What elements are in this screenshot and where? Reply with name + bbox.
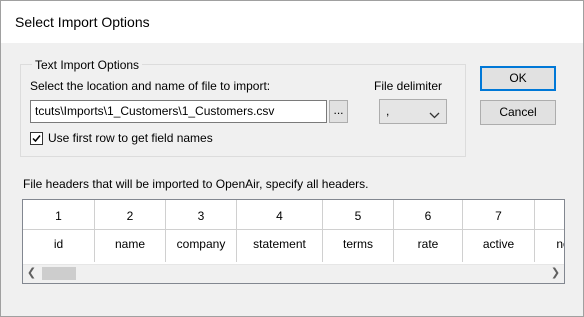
column-header-name[interactable]: notes	[535, 237, 564, 251]
horizontal-scrollbar[interactable]: ❮ ❯	[23, 264, 564, 283]
grid-column[interactable]: 5 terms	[323, 200, 394, 262]
column-header-name[interactable]: name	[95, 237, 165, 251]
column-number: 7	[495, 209, 502, 223]
grid-column[interactable]: 4 statement	[237, 200, 323, 262]
grid-column[interactable]: 2 name	[95, 200, 166, 262]
file-delimiter-select[interactable]: ,	[379, 99, 447, 124]
grid-column[interactable]: 7 active	[463, 200, 535, 262]
group-label: Text Import Options	[32, 58, 143, 72]
column-header-name[interactable]: active	[463, 237, 534, 251]
file-delimiter-value: ,	[386, 104, 390, 118]
column-number: 6	[424, 209, 432, 223]
chevron-down-icon	[429, 108, 440, 122]
checkmark-icon	[32, 135, 41, 143]
scrollbar-thumb[interactable]	[42, 267, 76, 280]
ok-button[interactable]: OK	[480, 66, 556, 91]
column-number: 4	[276, 209, 283, 223]
headers-note: File headers that will be imported to Op…	[23, 177, 369, 191]
use-first-row-label: Use first row to get field names	[48, 131, 213, 145]
column-header-name[interactable]: company	[166, 237, 236, 251]
grid-column[interactable]: 1 id	[23, 200, 95, 262]
import-options-dialog: Select Import Options Text Import Option…	[0, 0, 584, 317]
column-number: 8	[535, 209, 564, 223]
title-bar: Select Import Options	[1, 1, 583, 43]
file-path-input[interactable]: tcuts\Imports\1_Customers\1_Customers.cs…	[30, 100, 327, 123]
headers-grid[interactable]: 1 id 2 name 3 company 4 statement 5 term…	[22, 199, 565, 284]
window-title: Select Import Options	[15, 14, 150, 30]
column-header-name[interactable]: terms	[323, 237, 393, 251]
file-delimiter-label: File delimiter	[374, 79, 443, 93]
column-number: 1	[55, 209, 62, 223]
grid-column[interactable]: 8 notes	[535, 200, 564, 262]
chevron-left-icon[interactable]: ❮	[23, 265, 40, 282]
column-header-name[interactable]: id	[23, 237, 94, 251]
use-first-row-checkbox[interactable]	[30, 132, 43, 145]
grid-column[interactable]: 3 company	[166, 200, 237, 262]
chevron-right-icon[interactable]: ❯	[547, 265, 564, 282]
column-header-name[interactable]: statement	[237, 237, 322, 251]
browse-button[interactable]: ...	[329, 100, 348, 123]
column-number: 3	[197, 209, 205, 223]
column-header-name[interactable]: rate	[394, 237, 462, 251]
column-number: 5	[354, 209, 362, 223]
grid-column[interactable]: 6 rate	[394, 200, 463, 262]
cancel-button[interactable]: Cancel	[480, 100, 556, 125]
file-location-label: Select the location and name of file to …	[30, 79, 271, 93]
column-number: 2	[126, 209, 134, 223]
